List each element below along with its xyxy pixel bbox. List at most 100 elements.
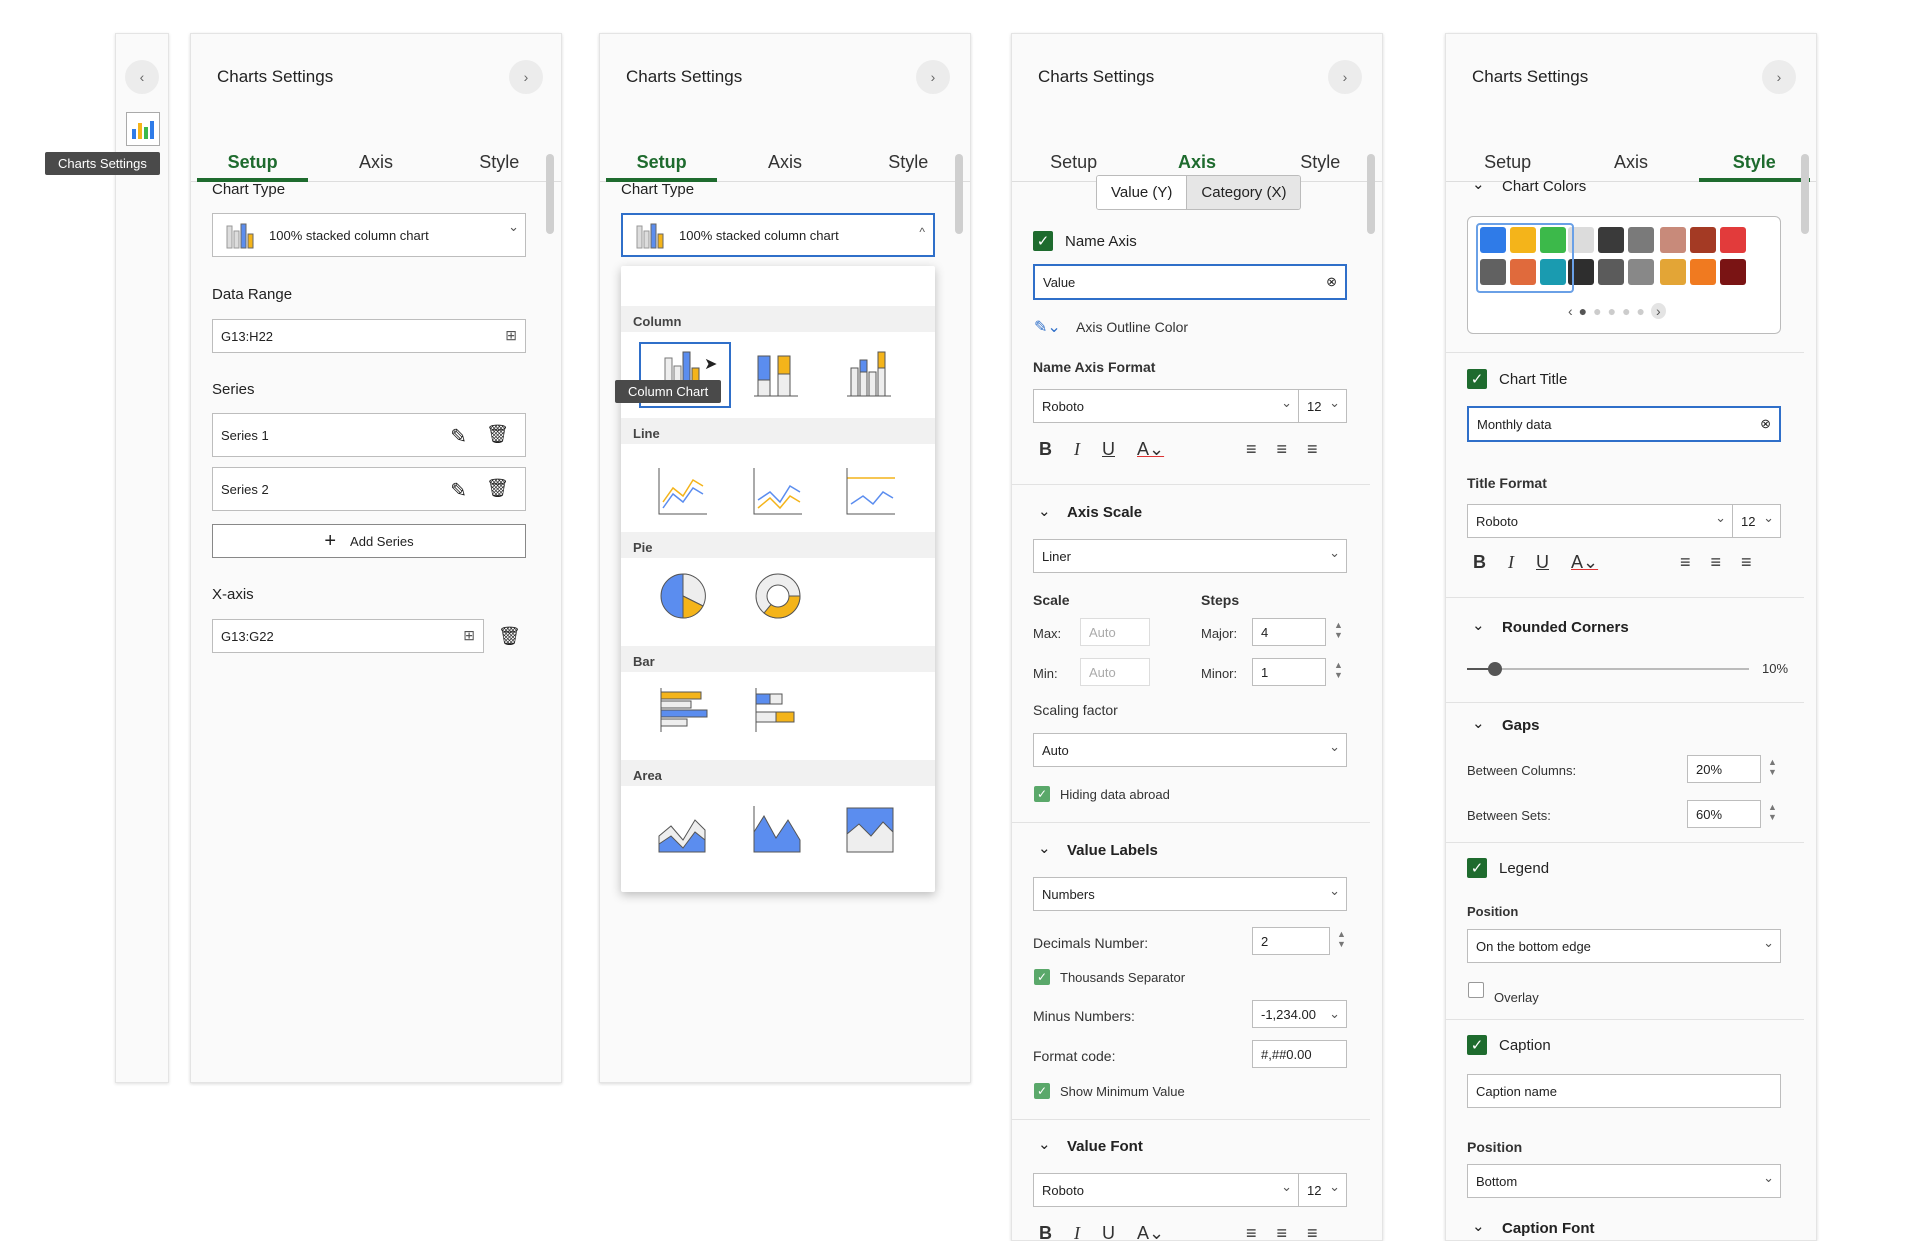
pager-dot[interactable]: ● (1608, 303, 1616, 319)
between-columns-input[interactable]: 20% (1687, 755, 1761, 783)
chart-title-checkbox[interactable]: ✓ (1467, 369, 1487, 389)
slider-knob[interactable] (1488, 662, 1503, 676)
pager-dot[interactable]: ● (1637, 303, 1645, 319)
clear-icon[interactable]: ⊗ (1326, 274, 1337, 290)
option-area-chart[interactable] (639, 796, 727, 861)
option-stacked-area[interactable] (734, 796, 822, 861)
value-size-select[interactable]: 12 (1298, 1173, 1347, 1207)
underline-button[interactable]: U (1536, 552, 1549, 573)
tab-setup[interactable]: Setup (1446, 134, 1569, 181)
chevron-down-icon[interactable]: ⌄ (1472, 175, 1485, 193)
name-axis-checkbox[interactable]: ✓ (1033, 231, 1053, 251)
option-line-chart[interactable] (639, 458, 727, 523)
tab-setup[interactable]: Setup (600, 134, 723, 182)
pager-dot[interactable]: ● (1593, 303, 1601, 319)
clear-icon[interactable]: ⊗ (1760, 416, 1771, 432)
min-input[interactable]: Auto (1080, 658, 1150, 686)
font-color-button[interactable]: A⌄ (1137, 1223, 1164, 1240)
align-right-icon[interactable]: ≡ (1741, 552, 1752, 573)
bold-button[interactable]: B (1039, 1223, 1052, 1240)
scrollbar[interactable] (1367, 154, 1375, 234)
trash-icon[interactable]: 🗑 (498, 626, 521, 647)
next-panel-button[interactable]: › (916, 60, 950, 94)
italic-button[interactable]: I (1508, 552, 1514, 573)
next-panel-button[interactable]: › (1328, 60, 1362, 94)
color-swatch[interactable] (1598, 259, 1624, 285)
decimals-input[interactable]: 2 (1252, 927, 1330, 955)
scrollbar[interactable] (546, 154, 554, 234)
thousands-checkbox[interactable]: ✓ (1034, 969, 1050, 985)
tab-axis[interactable]: Axis (1569, 134, 1692, 181)
font-select[interactable]: Roboto (1033, 389, 1299, 423)
title-size-select[interactable]: 12 (1732, 504, 1781, 538)
series-row[interactable]: Series 1 ✎ 🗑 (212, 413, 526, 457)
align-left-icon[interactable]: ≡ (1246, 439, 1257, 460)
hiding-checkbox[interactable]: ✓ (1034, 786, 1050, 802)
underline-button[interactable]: U (1102, 439, 1115, 460)
align-center-icon[interactable]: ≡ (1711, 552, 1722, 573)
grid-icon[interactable]: ⊞ (463, 627, 475, 644)
pencil-icon[interactable]: ✎ (450, 424, 467, 449)
caption-input[interactable]: Caption name (1467, 1074, 1781, 1108)
toggle-value-y[interactable]: Value (Y) (1097, 176, 1187, 209)
pager-dot[interactable]: ● (1579, 303, 1587, 319)
color-swatch[interactable] (1660, 227, 1686, 253)
align-left-icon[interactable]: ≡ (1246, 1223, 1257, 1240)
collapse-rail-button[interactable]: ‹ (125, 60, 159, 94)
color-swatch[interactable] (1690, 259, 1716, 285)
color-swatch[interactable] (1660, 259, 1686, 285)
show-min-checkbox[interactable]: ✓ (1034, 1083, 1050, 1099)
chevron-down-icon[interactable]: ⌄ (1038, 502, 1051, 520)
italic-button[interactable]: I (1074, 439, 1080, 460)
color-swatch[interactable] (1690, 227, 1716, 253)
value-font-select[interactable]: Roboto (1033, 1173, 1299, 1207)
tab-style[interactable]: Style (438, 134, 561, 181)
minor-input[interactable]: 1 (1252, 658, 1326, 686)
option-doughnut-chart[interactable] (734, 566, 822, 631)
value-labels-select[interactable]: Numbers (1033, 877, 1347, 911)
bold-button[interactable]: B (1039, 439, 1052, 460)
option-stacked-bar[interactable] (734, 680, 822, 745)
option-100-stacked-area[interactable] (827, 796, 915, 861)
color-swatch[interactable] (1628, 259, 1654, 285)
option-stacked-line[interactable] (734, 458, 822, 523)
align-center-icon[interactable]: ≡ (1277, 1223, 1288, 1240)
legend-position-select[interactable]: On the bottom edge (1467, 929, 1781, 963)
minor-stepper[interactable]: ▲ ▼ (1334, 660, 1343, 680)
option-100-stacked-line[interactable] (827, 458, 915, 523)
chevron-left-icon[interactable]: ‹ (1568, 303, 1573, 319)
axis-scale-select[interactable]: Liner (1033, 539, 1347, 573)
toggle-category-x[interactable]: Category (X) (1186, 176, 1301, 209)
tab-style[interactable]: Style (1693, 134, 1816, 182)
trash-icon[interactable]: 🗑 (486, 478, 509, 499)
color-swatch[interactable] (1598, 227, 1624, 253)
tab-axis[interactable]: Axis (314, 134, 437, 181)
tab-style[interactable]: Style (1259, 134, 1382, 181)
minus-select[interactable]: -1,234.00 (1252, 1000, 1347, 1028)
font-color-button[interactable]: A⌄ (1137, 439, 1164, 460)
major-stepper[interactable]: ▲ ▼ (1334, 620, 1343, 640)
major-input[interactable]: 4 (1252, 618, 1326, 646)
align-center-icon[interactable]: ≡ (1277, 439, 1288, 460)
font-color-button[interactable]: A⌄ (1571, 552, 1598, 573)
size-select[interactable]: 12 (1298, 389, 1347, 423)
chevron-down-icon[interactable]: ⌄ (1472, 616, 1485, 634)
scrollbar[interactable] (955, 154, 963, 234)
option-stacked-column[interactable] (734, 342, 822, 409)
scaling-factor-select[interactable]: Auto (1033, 733, 1347, 767)
align-right-icon[interactable]: ≡ (1307, 1223, 1318, 1240)
grid-icon[interactable]: ⊞ (505, 327, 517, 344)
trash-icon[interactable]: 🗑 (486, 424, 509, 445)
option-pie-chart[interactable] (639, 566, 727, 631)
series-row[interactable]: Series 2 ✎ 🗑 (212, 467, 526, 511)
name-axis-input[interactable]: Value ⊗ (1033, 264, 1347, 300)
option-100-stacked-column[interactable] (827, 342, 915, 409)
title-font-select[interactable]: Roboto (1467, 504, 1733, 538)
color-swatch[interactable] (1628, 227, 1654, 253)
pen-color-icon[interactable]: ✎⌄ (1034, 317, 1061, 337)
tab-setup[interactable]: Setup (1012, 134, 1135, 181)
chevron-down-icon[interactable]: ⌄ (1038, 1135, 1051, 1153)
add-series-button[interactable]: + Add Series (212, 524, 526, 558)
italic-button[interactable]: I (1074, 1223, 1080, 1240)
tab-setup[interactable]: Setup (191, 134, 314, 182)
